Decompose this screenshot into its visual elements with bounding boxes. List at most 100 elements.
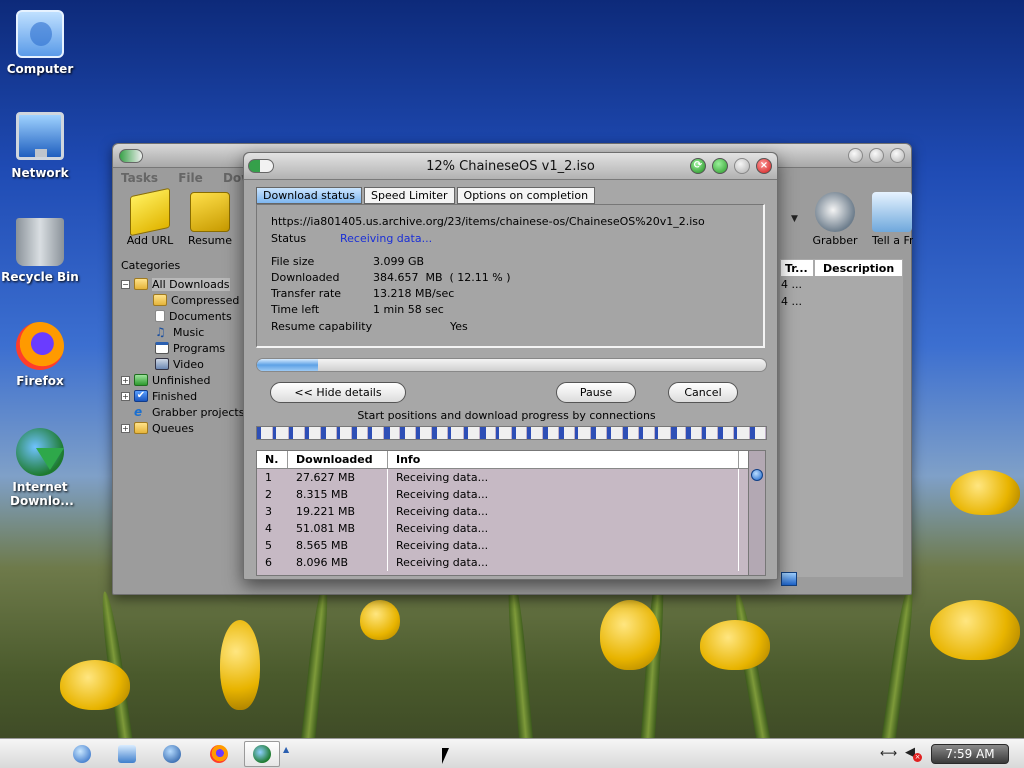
tab-options-on-completion[interactable]: Options on completion (456, 187, 596, 204)
column-header-description[interactable]: Description (814, 259, 903, 277)
tree-queues[interactable]: + Queues (121, 420, 246, 436)
categories-title: Categories (121, 259, 181, 272)
cancel-button[interactable]: Cancel (668, 382, 738, 403)
firefox-icon (16, 322, 64, 370)
downloads-list[interactable] (780, 277, 903, 577)
connection-segment (622, 427, 639, 439)
connection-cell-info: Receiving data... (388, 503, 739, 520)
taskbar-idm-button[interactable] (244, 741, 280, 767)
minimize-button[interactable] (734, 158, 750, 174)
tree-music[interactable]: ♫ Music (121, 324, 246, 340)
connection-segment (495, 427, 512, 439)
column-header-info[interactable]: Info (388, 451, 739, 468)
desktop-icon-idm[interactable]: Internet Downlo... (0, 428, 80, 508)
column-header-downloaded[interactable]: Downloaded (288, 451, 388, 468)
column-header-tr[interactable]: Tr... (780, 259, 814, 277)
tree-compressed[interactable]: Compressed (121, 292, 246, 308)
desktop-icon-firefox[interactable]: Firefox (0, 322, 80, 388)
menu-tasks[interactable]: Tasks (121, 171, 158, 185)
muted-icon: × (913, 753, 922, 762)
tell-a-friend-label: Tell a Fri (872, 234, 913, 247)
firefox-icon[interactable] (210, 745, 228, 763)
connection-segment (686, 427, 703, 439)
toolbar-more-arrow-icon[interactable]: ▼ (791, 214, 798, 224)
tab-speed-limiter[interactable]: Speed Limiter (363, 187, 455, 204)
tree-unfinished[interactable]: + Unfinished (121, 372, 246, 388)
menu-file[interactable]: File (178, 171, 203, 185)
connection-segment (543, 427, 560, 439)
taskbar-up-arrow-icon[interactable]: ▲ (283, 745, 289, 754)
search-icon[interactable] (163, 745, 181, 763)
connection-segment (638, 427, 655, 439)
grabber-project-icon: e (134, 405, 143, 419)
network-tray-icon[interactable]: ⟷ (880, 746, 897, 760)
desktop-icon-label: Network (11, 166, 69, 180)
table-row[interactable]: 5 8.565 MB Receiving data... (257, 537, 765, 554)
collapse-icon[interactable]: − (121, 279, 130, 289)
dialog-tabs: Download status Speed Limiter Options on… (256, 187, 597, 204)
dialog-titlebar[interactable]: 12% ChaineseOS v1_2.iso ⟳ × (244, 153, 777, 180)
maximize-button[interactable] (712, 158, 728, 174)
main-maximize-button[interactable] (869, 148, 884, 163)
refresh-icon[interactable]: ⟳ (690, 158, 706, 174)
table-row[interactable]: 3 19.221 MB Receiving data... (257, 503, 765, 520)
resume-icon (190, 192, 230, 232)
expand-icon[interactable]: + (121, 391, 130, 401)
desktop-icon-recycle-bin[interactable]: Recycle Bin (0, 218, 80, 284)
connection-segment (463, 427, 480, 439)
connection-segment (272, 427, 289, 439)
main-close-button[interactable] (890, 148, 905, 163)
clock[interactable]: 7:59 AM (931, 744, 1009, 764)
table-row[interactable]: 1 27.627 MB Receiving data... (257, 469, 765, 486)
connections-scrollbar[interactable] (748, 451, 765, 575)
table-row[interactable]: 6 8.096 MB Receiving data... (257, 554, 765, 571)
desktop-icon-network[interactable]: Network (0, 112, 80, 180)
desktop-icon-label: Recycle Bin (1, 270, 79, 284)
close-button[interactable]: × (756, 158, 772, 174)
expand-icon[interactable]: + (121, 375, 130, 385)
table-row[interactable]: 2 8.315 MB Receiving data... (257, 486, 765, 503)
file-manager-icon[interactable] (118, 745, 136, 763)
network-icon (16, 112, 64, 160)
connection-cell-n: 6 (265, 556, 272, 569)
download-progress-bar (256, 358, 767, 372)
wallpaper-leaf (300, 580, 332, 740)
list-item[interactable]: 4 ... (781, 278, 802, 291)
document-icon (155, 310, 165, 322)
tree-video[interactable]: Video (121, 356, 246, 372)
list-item[interactable]: 4 ... (781, 295, 802, 308)
tell-a-friend-button[interactable]: Tell a Fri (858, 192, 913, 247)
tree-programs[interactable]: Programs (121, 340, 246, 356)
connection-cell-downloaded: 8.096 MB (288, 554, 388, 571)
connections-rows: 1 27.627 MB Receiving data... 2 8.315 MB Rece… (257, 469, 765, 571)
tree-finished[interactable]: + ✔ Finished (121, 388, 246, 404)
scrollbar-thumb[interactable] (751, 469, 763, 481)
hide-details-button[interactable]: << Hide details (270, 382, 406, 403)
tree-all-downloads[interactable]: − All Downloads (121, 276, 246, 292)
connections-table: N. Downloaded Info 1 27.627 MB Receiving d… (256, 450, 766, 576)
tree-documents[interactable]: Documents (121, 308, 246, 324)
expand-icon[interactable]: + (121, 423, 130, 433)
wallpaper-flower (700, 620, 770, 670)
progress-fill (257, 359, 319, 371)
tree-grabber-projects[interactable]: e Grabber projects (121, 404, 246, 420)
mouse-cursor-icon (442, 748, 449, 764)
time-left-label: Time left (271, 303, 320, 316)
connection-cell-downloaded: 19.221 MB (288, 503, 388, 520)
connection-segment (447, 427, 464, 439)
column-header-n[interactable]: N. (257, 451, 288, 468)
tab-download-status[interactable]: Download status (256, 187, 362, 204)
connection-cell-downloaded: 8.315 MB (288, 486, 388, 503)
connection-cell-downloaded: 8.565 MB (288, 537, 388, 554)
browser-globe-icon[interactable] (73, 745, 91, 763)
recycle-bin-icon (16, 218, 64, 266)
connection-segment (352, 427, 369, 439)
wallpaper-leaf (504, 570, 534, 740)
pause-button[interactable]: Pause (556, 382, 636, 403)
table-row[interactable]: 4 51.081 MB Receiving data... (257, 520, 765, 537)
connection-cell-info: Receiving data... (388, 520, 739, 537)
resume-button[interactable]: Resume (175, 192, 245, 247)
connection-segment (368, 427, 385, 439)
main-minimize-button[interactable] (848, 148, 863, 163)
desktop-icon-computer[interactable]: Computer (0, 10, 80, 76)
